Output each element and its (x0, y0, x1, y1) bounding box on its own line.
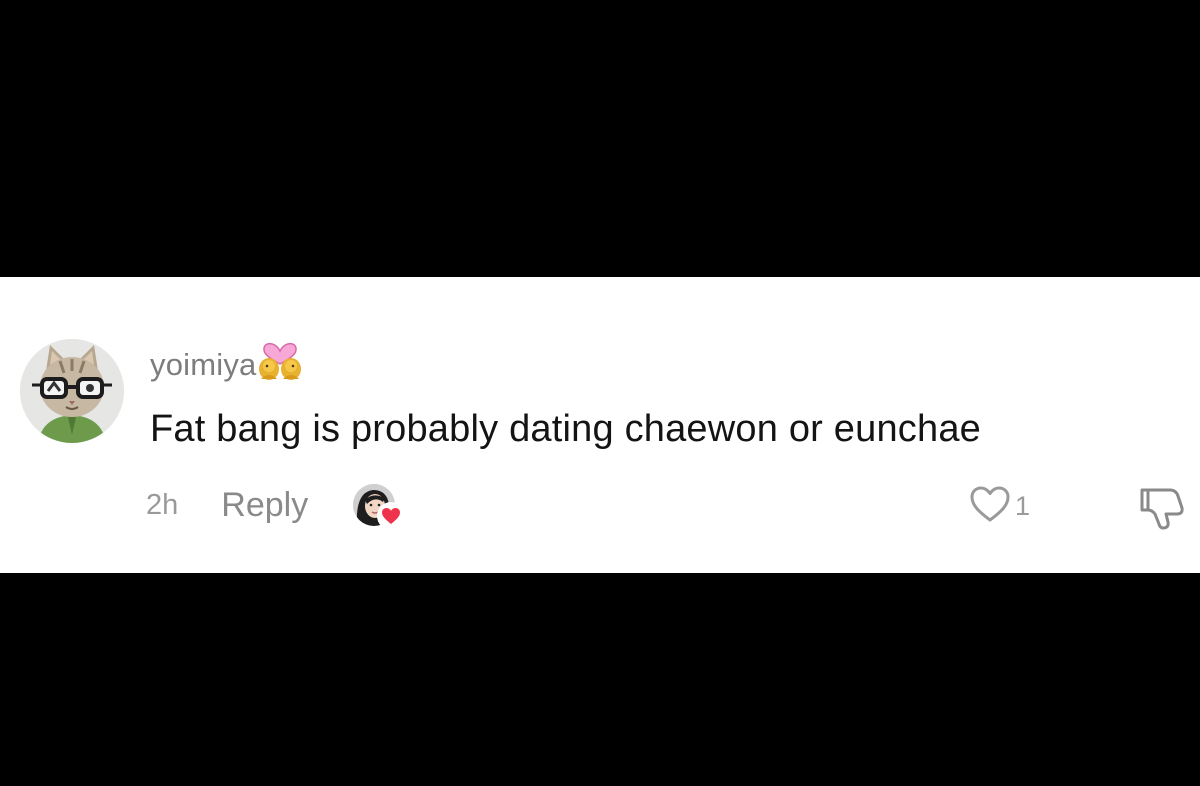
heart-filled-icon (377, 502, 406, 530)
creator-liked-badge (353, 480, 409, 530)
thumbs-down-icon (1138, 488, 1188, 534)
dislike-button[interactable] (1138, 484, 1188, 530)
cat-avatar-image (20, 339, 124, 443)
timestamp: 2h (146, 488, 179, 521)
comment-card: yoimiya Fat bang is probably dating chae… (0, 277, 1200, 573)
couple-with-heart-emoji-icon (257, 337, 303, 386)
like-button[interactable]: 1 (969, 484, 1030, 528)
heart-outline-icon (969, 485, 1011, 528)
user-avatar[interactable] (20, 339, 124, 443)
like-count: 1 (1015, 490, 1031, 521)
username: yoimiya (150, 347, 257, 382)
username-link[interactable]: yoimiya (150, 342, 303, 385)
comment-text: Fat bang is probably dating chaewon or e… (150, 408, 981, 450)
comment-actions: 2h Reply (146, 480, 409, 530)
screen-background: yoimiya Fat bang is probably dating chae… (0, 0, 1200, 786)
reply-button[interactable]: Reply (221, 486, 308, 525)
